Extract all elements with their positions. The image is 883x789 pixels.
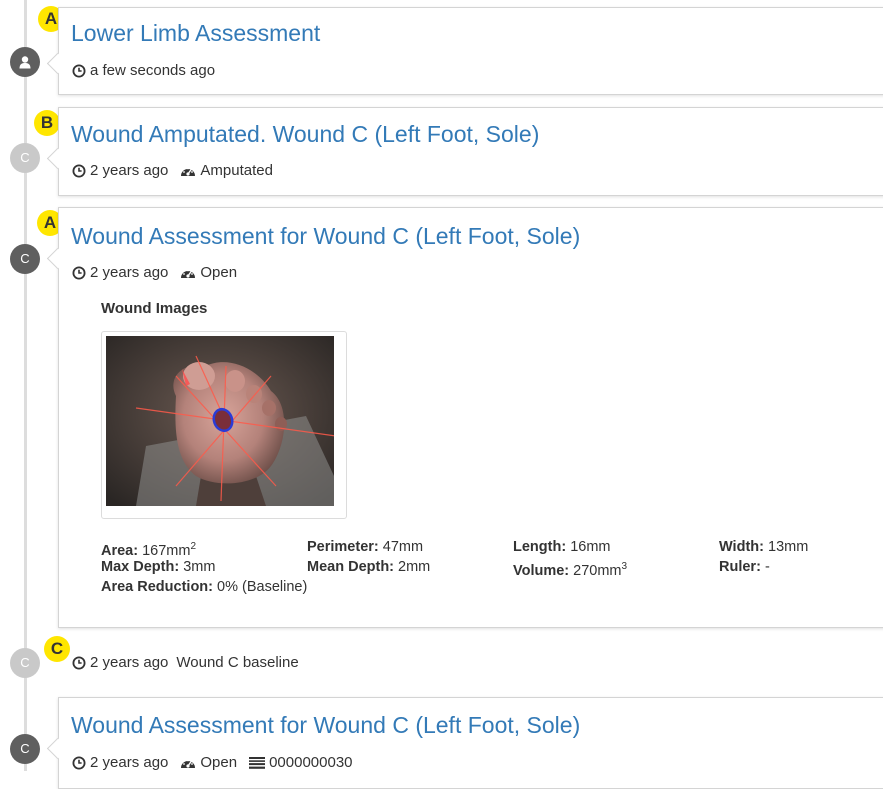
entry-status: Open xyxy=(200,264,238,281)
measurement-max-depth: Max Depth: 3mm xyxy=(101,559,216,575)
entry-title-link[interactable]: Wound Amputated. Wound C (Left Foot, Sol… xyxy=(71,121,539,148)
entry-status: Amputated xyxy=(200,162,273,179)
entry-title-link[interactable]: Lower Limb Assessment xyxy=(71,20,320,47)
timeline-marker-c: C xyxy=(10,734,40,764)
clock-icon xyxy=(72,756,86,770)
entry-time: 2 years ago xyxy=(90,264,169,281)
timeline-card-assessment-2: Wound Assessment for Wound C (Left Foot,… xyxy=(46,697,883,789)
barcode-icon xyxy=(249,756,266,769)
dashboard-gauge-icon xyxy=(180,164,196,178)
entry-title-link[interactable]: Wound Assessment for Wound C (Left Foot,… xyxy=(71,712,580,739)
timeline-card-lower-limb: Lower Limb Assessment a few seconds ago xyxy=(46,7,883,95)
badge-c: C xyxy=(44,636,70,662)
measurement-mean-depth: Mean Depth: 2mm xyxy=(307,559,431,575)
clock-icon xyxy=(72,266,86,280)
clock-icon xyxy=(72,64,86,78)
entry-title-link[interactable]: Wound Assessment for Wound C (Left Foot,… xyxy=(71,223,580,250)
dashboard-gauge-icon xyxy=(180,756,196,770)
entry-time: a few seconds ago xyxy=(90,62,216,79)
timeline-marker-c: C xyxy=(10,244,40,274)
entry-id: 0000000030 xyxy=(269,754,353,771)
clock-icon xyxy=(72,164,86,178)
measurement-width: Width: 13mm xyxy=(719,539,809,555)
entry-time: 2 years ago xyxy=(90,754,169,771)
wound-image-thumbnail[interactable] xyxy=(101,331,347,519)
entry-time: 2 years ago xyxy=(90,162,169,179)
baseline-note-row: 2 years ago Wound C baseline xyxy=(72,654,299,671)
badge-b: B xyxy=(34,110,60,136)
timeline-marker-c: C xyxy=(10,143,40,173)
measurement-area-reduction: Area Reduction: 0% (Baseline) xyxy=(101,579,308,595)
entry-status: Open xyxy=(200,754,238,771)
person-icon xyxy=(19,56,31,69)
measurement-ruler: Ruler: - xyxy=(719,559,770,575)
wound-photo xyxy=(106,336,337,506)
entry-time: 2 years ago xyxy=(90,654,169,671)
dashboard-gauge-icon xyxy=(180,266,196,280)
timeline-card-amputated: Wound Amputated. Wound C (Left Foot, Sol… xyxy=(46,107,883,196)
measurement-length: Length: 16mm xyxy=(513,539,611,555)
clock-icon xyxy=(72,656,86,670)
measurement-volume: Volume: 270mm3 xyxy=(513,561,628,579)
baseline-note: Wound C baseline xyxy=(176,654,299,671)
wound-images-heading: Wound Images xyxy=(101,300,208,317)
timeline-marker-user xyxy=(10,47,40,77)
timeline-card-assessment: Wound Assessment for Wound C (Left Foot,… xyxy=(46,207,883,628)
measurement-perimeter: Perimeter: 47mm xyxy=(307,539,424,555)
timeline-marker-c: C xyxy=(10,648,40,678)
